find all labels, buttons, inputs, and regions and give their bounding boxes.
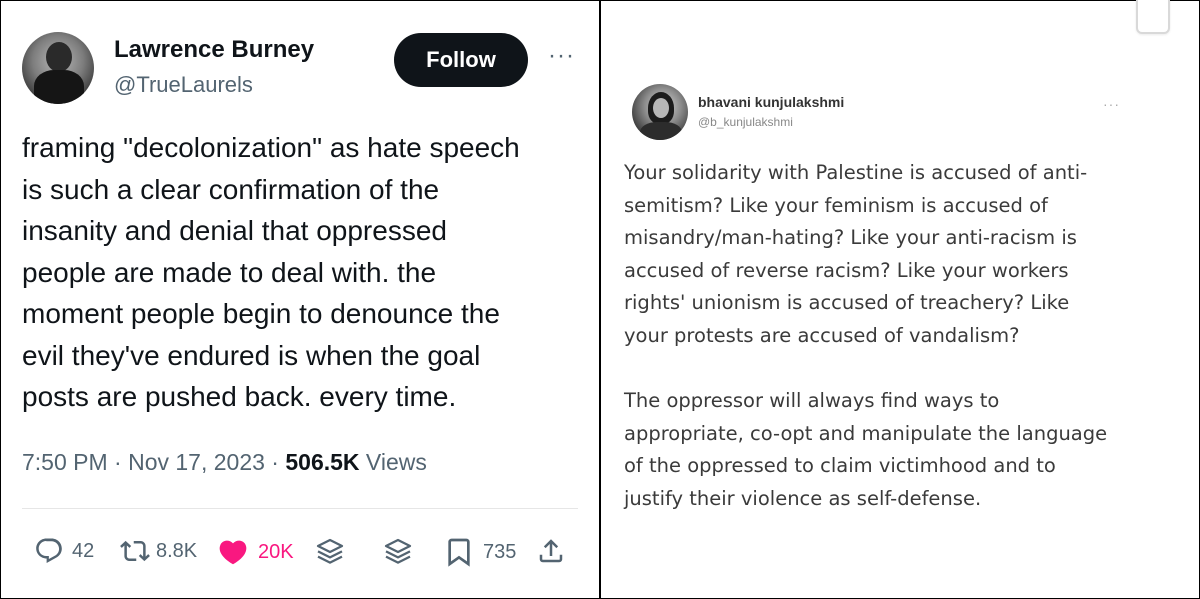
retweet-count: 8.8K xyxy=(156,539,198,562)
user-handle[interactable]: @b_kunjulakshmi xyxy=(698,115,793,129)
reply-count: 42 xyxy=(72,539,95,562)
like-icon xyxy=(219,540,247,565)
retweet-button[interactable]: 8.8K xyxy=(120,536,197,566)
reply-button[interactable]: 42 xyxy=(34,536,94,566)
views-label: Views xyxy=(359,449,427,475)
left-tweet: Lawrence Burney @TrueLaurels Follow ··· … xyxy=(0,0,599,599)
bookmark-count: 735 xyxy=(483,540,517,563)
more-icon[interactable]: ··· xyxy=(548,44,575,68)
display-name[interactable]: Lawrence Burney xyxy=(114,36,314,64)
retweet-icon xyxy=(120,540,150,562)
avatar-shoulder xyxy=(640,122,682,140)
like-count: 20K xyxy=(258,540,294,563)
more-icon[interactable]: ··· xyxy=(1103,96,1120,112)
layers-icon xyxy=(384,538,412,564)
avatar-body xyxy=(34,70,84,104)
avatar-face xyxy=(653,98,669,118)
share-icon xyxy=(539,539,563,563)
like-button[interactable]: 20K xyxy=(216,536,294,568)
bookmark-button[interactable]: 735 xyxy=(443,536,516,568)
layers-button-2[interactable] xyxy=(382,536,414,568)
timestamp[interactable]: 7:50 PM · Nov 17, 2023 · xyxy=(22,449,285,475)
layers-icon xyxy=(316,538,344,564)
bookmark-icon xyxy=(448,538,470,567)
corner-card xyxy=(1136,0,1170,34)
views-count: 506.5K xyxy=(285,449,360,475)
right-tweet: bhavani kunjulakshmi @b_kunjulakshmi ···… xyxy=(601,0,1199,599)
display-name[interactable]: bhavani kunjulakshmi xyxy=(698,94,844,110)
follow-button[interactable]: Follow xyxy=(394,33,528,87)
user-handle[interactable]: @TrueLaurels xyxy=(114,72,253,98)
tweet-text: Your solidarity with Palestine is accuse… xyxy=(624,161,1108,510)
separator xyxy=(22,508,578,509)
tweet-meta: 7:50 PM · Nov 17, 2023 · 506.5K Views xyxy=(22,449,427,476)
tweet-text: framing "decolonization" as hate speech … xyxy=(22,132,520,412)
share-button[interactable] xyxy=(536,536,566,566)
avatar[interactable] xyxy=(22,32,94,104)
layers-button[interactable] xyxy=(314,536,346,568)
avatar-head xyxy=(46,42,72,72)
reply-icon xyxy=(36,538,62,563)
avatar[interactable] xyxy=(632,84,688,140)
